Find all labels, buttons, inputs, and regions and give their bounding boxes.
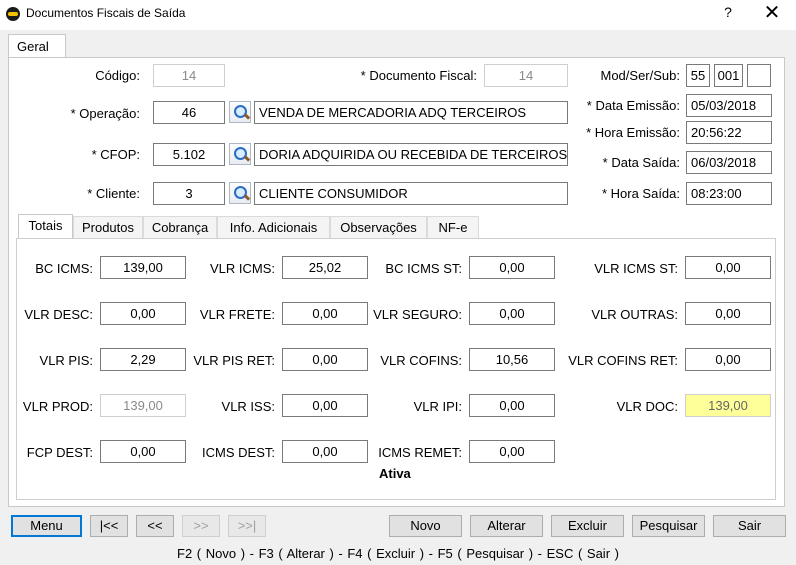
subserie-field[interactable] [747, 64, 771, 87]
vlr-doc-field[interactable]: 139,00 [685, 394, 771, 417]
hora-saida-label: * Hora Saída: [601, 186, 680, 201]
vlr-cofins-label: VLR COFINS: [380, 353, 462, 368]
excluir-button[interactable]: Excluir [551, 515, 624, 537]
vlr-icms-label: VLR ICMS: [209, 261, 275, 276]
icms-remet-field[interactable]: 0,00 [469, 440, 555, 463]
vlr-frete-field[interactable]: 0,00 [282, 302, 368, 325]
vlr-ipi-field[interactable]: 0,00 [469, 394, 555, 417]
help-icon[interactable]: ? [718, 4, 738, 20]
vlr-desc-label: VLR DESC: [24, 307, 93, 322]
vlr-cofins-ret-field[interactable]: 0,00 [685, 348, 771, 371]
serie-field[interactable]: 001 [714, 64, 743, 87]
pesquisar-button[interactable]: Pesquisar [632, 515, 705, 537]
vlr-icms-st-field[interactable]: 0,00 [685, 256, 771, 279]
documento-fiscal-field[interactable]: 14 [484, 64, 568, 87]
vlr-prod-label: VLR PROD: [22, 399, 93, 414]
tab-info-adicionais[interactable]: Info. Adicionais [217, 216, 330, 238]
vlr-seguro-label: VLR SEGURO: [373, 307, 462, 322]
operacao-label: * Operação: [70, 106, 140, 121]
vlr-pis-label: VLR PIS: [39, 353, 93, 368]
fcp-dest-label: FCP DEST: [26, 445, 93, 460]
vlr-pis-ret-field[interactable]: 0,00 [282, 348, 368, 371]
icms-dest-label: ICMS DEST: [202, 445, 275, 460]
tab-nfe[interactable]: NF-e [427, 216, 479, 238]
vlr-pis-ret-label: VLR PIS RET: [193, 353, 275, 368]
status-label: Ativa [379, 466, 411, 481]
bc-icms-field[interactable]: 139,00 [100, 256, 186, 279]
vlr-ipi-label: VLR IPI: [413, 399, 462, 414]
bc-icms-label: BC ICMS: [35, 261, 93, 276]
modelo-field[interactable]: 55 [686, 64, 710, 87]
vlr-frete-label: VLR FRETE: [199, 307, 275, 322]
tab-geral[interactable]: Geral [8, 34, 66, 58]
vlr-cofins-ret-label: VLR COFINS RET: [568, 353, 678, 368]
cfop-code-field[interactable]: 5.102 [153, 143, 225, 166]
app-icon [6, 7, 20, 21]
codigo-label: Código: [95, 68, 140, 83]
cfop-desc-field[interactable]: DORIA ADQUIRIDA OU RECEBIDA DE TERCEIROS [254, 143, 568, 166]
hora-saida-field[interactable]: 08:23:00 [686, 182, 772, 205]
operacao-desc-field[interactable]: VENDA DE MERCADORIA ADQ TERCEIROS [254, 101, 568, 124]
icms-dest-field[interactable]: 0,00 [282, 440, 368, 463]
window-title: Documentos Fiscais de Saída [26, 6, 186, 20]
cliente-search-icon[interactable] [229, 182, 251, 204]
mod-ser-sub-label: Mod/Ser/Sub: [600, 68, 681, 83]
vlr-cofins-field[interactable]: 10,56 [469, 348, 555, 371]
data-emissao-label: * Data Emissão: [586, 98, 680, 113]
vlr-prod-field[interactable]: 139,00 [100, 394, 186, 417]
operacao-search-icon[interactable] [229, 101, 251, 123]
novo-button[interactable]: Novo [389, 515, 462, 537]
hora-emissao-field[interactable]: 20:56:22 [686, 121, 772, 144]
cliente-label: * Cliente: [87, 186, 140, 201]
vlr-doc-label: VLR DOC: [616, 399, 678, 414]
prev-record-button[interactable]: << [136, 515, 174, 537]
cfop-label: * CFOP: [91, 147, 140, 162]
data-saida-field[interactable]: 06/03/2018 [686, 151, 772, 174]
bc-icms-st-field[interactable]: 0,00 [469, 256, 555, 279]
sair-button[interactable]: Sair [713, 515, 786, 537]
vlr-icms-field[interactable]: 25,02 [282, 256, 368, 279]
vlr-iss-label: VLR ISS: [221, 399, 275, 414]
codigo-field[interactable]: 14 [153, 64, 225, 87]
icms-remet-label: ICMS REMET: [378, 445, 462, 460]
vlr-seguro-field[interactable]: 0,00 [469, 302, 555, 325]
bc-icms-st-label: BC ICMS ST: [385, 261, 462, 276]
cfop-search-icon[interactable] [229, 143, 251, 165]
close-icon[interactable]: ✕ [760, 2, 784, 24]
shortcuts-hint: F2 ( Novo ) - F3 ( Alterar ) - F4 ( Excl… [177, 546, 619, 561]
next-record-button[interactable]: >> [182, 515, 220, 537]
fcp-dest-field[interactable]: 0,00 [100, 440, 186, 463]
tab-totais[interactable]: Totais [18, 214, 73, 239]
cliente-code-field[interactable]: 3 [153, 182, 225, 205]
vlr-desc-field[interactable]: 0,00 [100, 302, 186, 325]
vlr-pis-field[interactable]: 2,29 [100, 348, 186, 371]
cliente-desc-field[interactable]: CLIENTE CONSUMIDOR [254, 182, 568, 205]
last-record-button[interactable]: >>| [228, 515, 266, 537]
menu-button[interactable]: Menu [11, 515, 82, 537]
vlr-iss-field[interactable]: 0,00 [282, 394, 368, 417]
tab-observacoes[interactable]: Observações [330, 216, 427, 238]
operacao-code-field[interactable]: 46 [153, 101, 225, 124]
vlr-outras-label: VLR OUTRAS: [591, 307, 678, 322]
alterar-button[interactable]: Alterar [470, 515, 543, 537]
vlr-icms-st-label: VLR ICMS ST: [594, 261, 678, 276]
hora-emissao-label: * Hora Emissão: [586, 125, 680, 140]
title-bar: Documentos Fiscais de Saída ? ✕ [0, 0, 796, 30]
tab-produtos[interactable]: Produtos [73, 216, 143, 238]
data-saida-label: * Data Saída: [602, 155, 680, 170]
data-emissao-field[interactable]: 05/03/2018 [686, 94, 772, 117]
documento-fiscal-label: * Documento Fiscal: [360, 68, 477, 83]
vlr-outras-field[interactable]: 0,00 [685, 302, 771, 325]
tab-cobranca[interactable]: Cobrança [143, 216, 217, 238]
first-record-button[interactable]: |<< [90, 515, 128, 537]
